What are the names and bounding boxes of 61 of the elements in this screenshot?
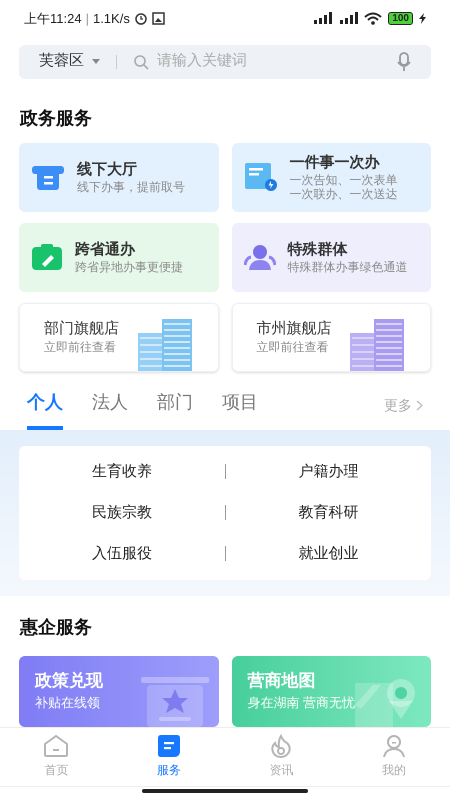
search-field[interactable]: 请输入关键词 xyxy=(157,50,389,73)
topic-link[interactable]: 教育科研 xyxy=(226,498,431,527)
person-icon xyxy=(382,734,406,758)
card-subtitle: 跨省异地办事更便捷 xyxy=(75,260,183,274)
service-card[interactable]: 线下大厅 线下办事，提前取号 xyxy=(19,142,218,212)
card-subtitle: 立即前往查看 xyxy=(256,339,330,356)
category-tab[interactable]: 项目 xyxy=(222,388,258,430)
home-icon xyxy=(43,734,70,758)
card-subtitle: 身在湖南 营商无忧 xyxy=(248,694,356,712)
card-title: 市州旗舰店 xyxy=(256,319,332,340)
region-selector[interactable]: 芙蓉区 xyxy=(39,50,84,73)
flame-icon xyxy=(269,734,294,758)
clipboard-icon xyxy=(31,243,63,272)
star-box-icon xyxy=(140,674,210,727)
card-subtitle: 一次联办、一次送达 xyxy=(290,187,398,202)
card-title: 一件事一次办 xyxy=(290,153,381,174)
image-icon xyxy=(152,12,165,25)
card-title: 特殊群体 xyxy=(288,240,348,260)
microphone-icon[interactable] xyxy=(397,52,411,72)
store-card[interactable]: 部门旗舰店 立即前往查看 xyxy=(19,302,218,372)
caret-icon xyxy=(92,59,100,64)
charging-icon xyxy=(419,12,426,24)
topic-link[interactable]: 户籍办理 xyxy=(226,458,431,486)
card-title: 部门旗舰店 xyxy=(44,319,119,340)
document-icon xyxy=(244,162,278,192)
card-title: 线下大厅 xyxy=(77,160,138,180)
wifi-icon xyxy=(364,12,382,25)
signal-icon xyxy=(338,12,358,24)
service-card[interactable]: 一件事一次办 一次告知、一次表单 一次联办、一次送达 xyxy=(232,142,431,212)
topic-link[interactable]: 就业创业 xyxy=(226,540,431,568)
store-card[interactable]: 市州旗舰店 立即前往查看 xyxy=(232,302,431,372)
section-title: 政务服务 xyxy=(20,108,92,128)
service-card[interactable]: 特殊群体 特殊群体办事绿色通道 xyxy=(232,222,431,292)
people-icon xyxy=(244,243,276,272)
topic-link[interactable]: 生育收养 xyxy=(19,458,224,486)
service-icon xyxy=(156,734,181,758)
chevron-icon xyxy=(416,400,423,411)
category-tab[interactable]: 法人 xyxy=(92,388,128,430)
signal-icon xyxy=(312,12,332,24)
topic-link[interactable]: 民族宗教 xyxy=(19,498,224,527)
card-subtitle: 立即前往查看 xyxy=(44,339,117,356)
card-subtitle: 补贴在线领 xyxy=(35,694,101,712)
alarm-icon xyxy=(134,11,148,26)
card-title: 营商地图 xyxy=(248,670,316,692)
card-subtitle: 线下办事，提前取号 xyxy=(77,180,185,194)
card-title: 跨省通办 xyxy=(75,240,136,260)
battery-indicator: 100 xyxy=(388,12,413,25)
card-subtitle: 特殊群体办事绿色通道 xyxy=(288,260,408,274)
search-icon xyxy=(133,54,149,70)
topic-link[interactable]: 入伍服役 xyxy=(19,540,224,568)
card-title: 政策兑现 xyxy=(35,670,103,692)
network-speed: 1.1K/s xyxy=(92,10,130,28)
status-separator: | xyxy=(86,10,89,28)
category-tab[interactable]: 部门 xyxy=(157,388,193,430)
card-subtitle: 一次告知、一次表单 xyxy=(290,173,398,188)
service-card[interactable]: 跨省通办 跨省异地办事更便捷 xyxy=(19,222,218,292)
counter-icon xyxy=(31,163,65,192)
search-bar[interactable]: 芙蓉区 请输入关键词 xyxy=(19,44,431,79)
section-title: 惠企服务 xyxy=(20,616,92,637)
nav-tab[interactable]: 服务 xyxy=(112,734,225,780)
status-time: 上午11:24 xyxy=(24,10,82,28)
